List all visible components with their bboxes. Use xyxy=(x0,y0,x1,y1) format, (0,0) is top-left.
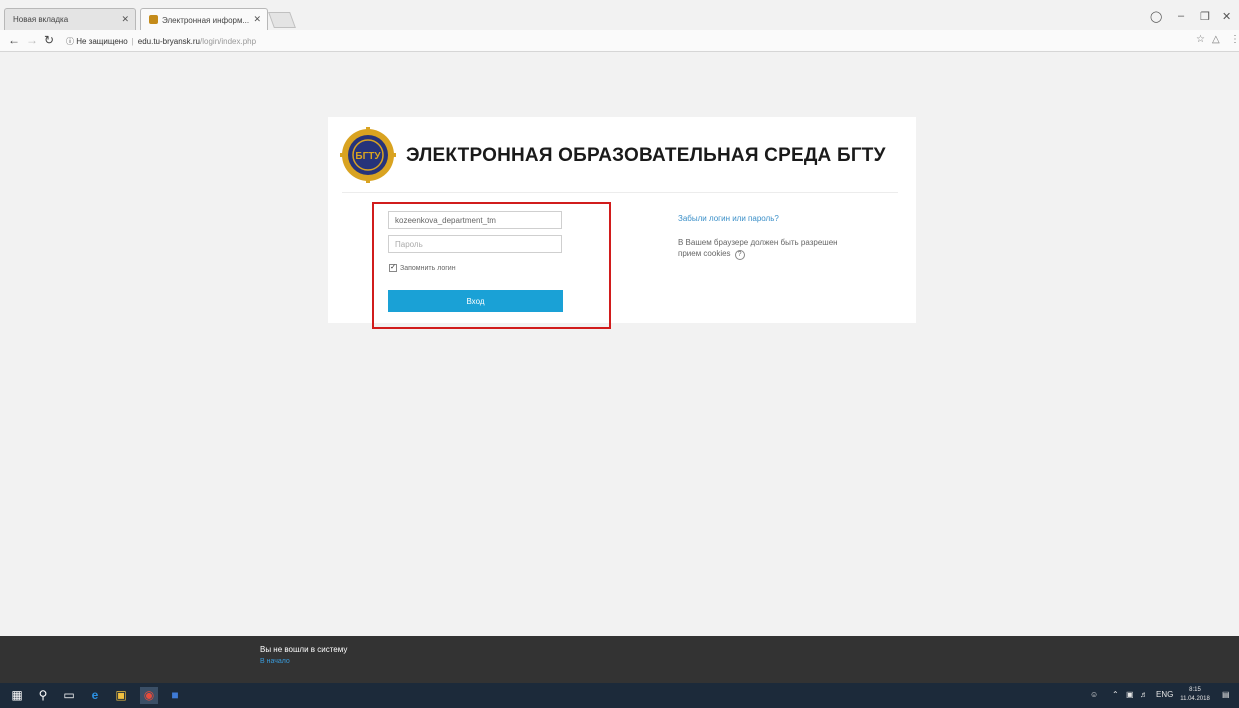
tab-eios[interactable]: Электронная информ... ✕ xyxy=(140,8,268,30)
notifications-icon[interactable]: ▤ xyxy=(1222,690,1230,699)
info-icon[interactable]: ⓘ xyxy=(66,37,74,46)
people-icon[interactable]: ☺ xyxy=(1090,690,1098,699)
divider xyxy=(342,192,898,193)
remember-username[interactable]: ✓ Запомнить логин xyxy=(389,264,456,272)
site-favicon-icon xyxy=(149,15,158,24)
clock[interactable]: 8:15 11.04.2018 xyxy=(1180,686,1210,704)
url-path: /login/index.php xyxy=(200,37,257,46)
login-status-text: Вы не вошли в систему xyxy=(260,645,348,654)
home-link[interactable]: В начало xyxy=(260,658,290,665)
logo-text: БГТУ xyxy=(355,151,381,162)
tab-title: Электронная информ... xyxy=(162,16,250,25)
login-card: БГТУ ЭЛЕКТРОННАЯ ОБРАЗОВАТЕЛЬНАЯ СРЕДА Б… xyxy=(328,117,916,329)
task-view-icon[interactable]: ▭ xyxy=(60,687,78,704)
word-icon[interactable]: ■ xyxy=(166,687,184,704)
tab-title: Новая вкладка xyxy=(13,15,69,24)
tab-close-icon[interactable]: ✕ xyxy=(253,14,261,25)
remember-label: Запомнить логин xyxy=(400,264,456,272)
edge-browser-icon[interactable]: e xyxy=(86,687,104,704)
clock-time: 8:15 xyxy=(1189,687,1201,693)
search-icon[interactable]: ⚲ xyxy=(34,687,52,704)
file-explorer-icon[interactable]: ▣ xyxy=(112,687,130,704)
profile-icon[interactable]: ◯ xyxy=(1150,10,1162,23)
tray-chevron-icon[interactable]: ⌃ xyxy=(1112,690,1119,699)
security-label: Не защищено xyxy=(76,37,128,46)
restore-icon[interactable]: ❐ xyxy=(1200,10,1210,23)
chrome-icon[interactable]: ◉ xyxy=(140,687,158,704)
language-indicator[interactable]: ENG xyxy=(1156,690,1173,699)
volume-icon[interactable]: ♬ xyxy=(1140,690,1148,699)
url-host: edu.tu-bryansk.ru xyxy=(137,37,201,46)
minimize-icon[interactable]: – xyxy=(1178,10,1184,22)
new-tab-button[interactable] xyxy=(268,12,296,28)
menu-icon[interactable]: ⋮ xyxy=(1230,34,1239,45)
login-button[interactable]: Вход xyxy=(388,290,563,312)
page-viewport: БГТУ ЭЛЕКТРОННАЯ ОБРАЗОВАТЕЛЬНАЯ СРЕДА Б… xyxy=(0,53,1239,636)
tab-new-tab[interactable]: Новая вкладка ✕ xyxy=(4,8,136,30)
forward-arrow-icon[interactable]: → xyxy=(26,33,38,47)
clock-date: 11.04.2018 xyxy=(1180,696,1210,702)
window-close-icon[interactable]: ✕ xyxy=(1222,10,1231,23)
tab-close-icon[interactable]: ✕ xyxy=(121,14,129,25)
forgot-password-link[interactable]: Забыли логин или пароль? xyxy=(678,214,779,223)
browser-toolbar: ← → ↻ ⓘ Не защищено | edu.tu-bryansk.ru/lo… xyxy=(0,30,1239,52)
page-footer: Вы не вошли в систему В начало xyxy=(0,636,1239,683)
cookies-text: В Вашем браузере должен быть разрешен пр… xyxy=(678,238,838,258)
password-input[interactable] xyxy=(388,235,562,253)
bookmark-star-icon[interactable]: ☆ xyxy=(1196,34,1205,45)
windows-start-icon[interactable]: ▦ xyxy=(8,687,26,704)
page-title: ЭЛЕКТРОННАЯ ОБРАЗОВАТЕЛЬНАЯ СРЕДА БГТУ xyxy=(406,145,886,166)
extension-icon[interactable]: △ xyxy=(1212,34,1220,45)
bgtu-logo: БГТУ xyxy=(340,127,396,183)
address-bar[interactable]: ⓘ Не защищено | edu.tu-bryansk.ru/login/in… xyxy=(62,32,1182,49)
remember-checkbox[interactable]: ✓ xyxy=(389,264,397,272)
reload-icon[interactable]: ↻ xyxy=(44,33,54,47)
help-icon[interactable]: ? xyxy=(734,250,745,260)
back-arrow-icon[interactable]: ← xyxy=(8,33,20,47)
network-icon[interactable]: ▣ xyxy=(1126,690,1134,699)
browser-tab-strip: Новая вкладка ✕ Электронная информ... ✕ … xyxy=(0,0,1239,30)
cookies-note: В Вашем браузере должен быть разрешен пр… xyxy=(678,237,838,260)
os-taskbar: ▦ ⚲ ▭ e ▣ ◉ ■ ☺ ⌃ ▣ ♬ ENG 8:15 11.04.201… xyxy=(0,683,1239,708)
username-input[interactable] xyxy=(388,211,562,229)
